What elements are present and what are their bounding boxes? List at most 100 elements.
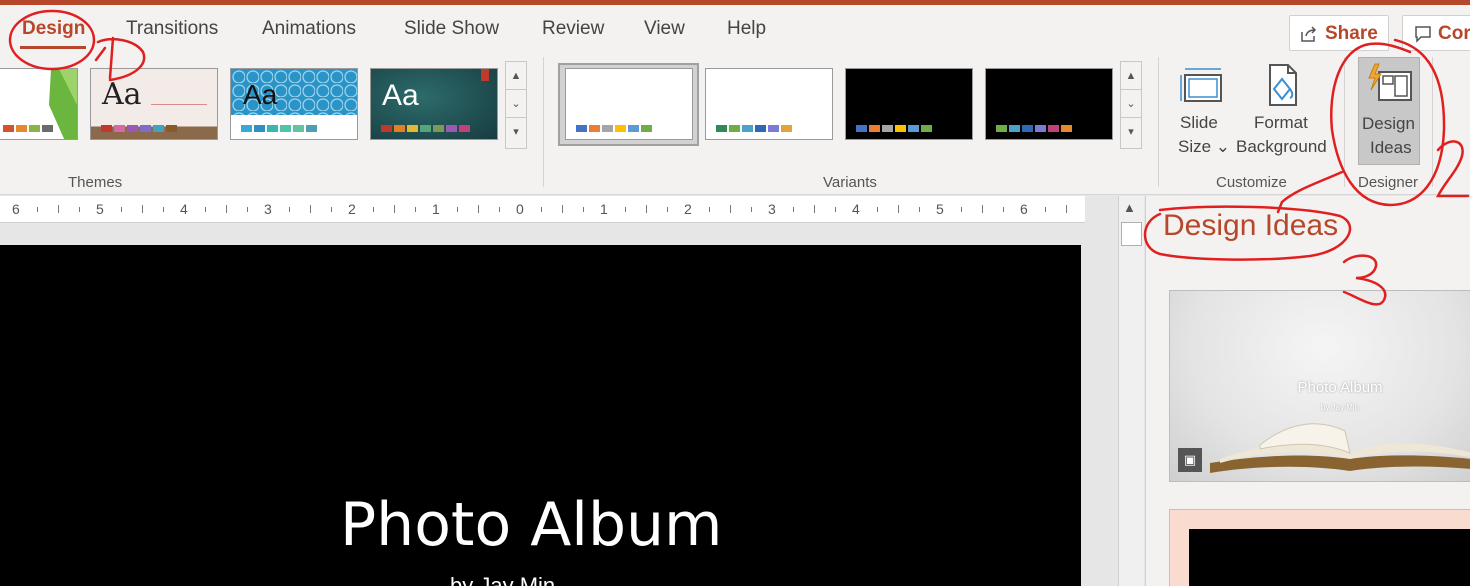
ruler-tick: [898, 205, 899, 213]
ruler-tick: [1003, 207, 1004, 212]
open-book-image: [1210, 423, 1470, 473]
share-icon: [1301, 26, 1317, 42]
ruler-tick: [331, 207, 332, 212]
design-idea-2[interactable]: [1169, 509, 1470, 586]
variants-more-icon[interactable]: ▾: [1121, 118, 1141, 146]
ruler-label: 1: [432, 201, 440, 217]
ruler-label: 6: [12, 201, 20, 217]
ruler-label: 1: [600, 201, 608, 217]
ribbon: Aa Aa Aa ▲ ⌄ ▾ Themes ▲ ⌄ ▾ Variants Sli…: [0, 55, 1470, 195]
theme-2-swatches: [101, 125, 177, 132]
idea-1-title: Photo Album: [1297, 379, 1383, 396]
scroll-up-icon[interactable]: ▲: [1123, 200, 1136, 215]
ruler-tick: [142, 205, 143, 213]
slide-subtitle[interactable]: by Jay Min: [450, 573, 555, 586]
ruler-tick: [37, 207, 38, 212]
ruler-label: 4: [180, 201, 188, 217]
ruler-tick: [1045, 207, 1046, 212]
tab-transitions[interactable]: Transitions: [126, 18, 218, 40]
theme-4-swatches: [381, 125, 470, 132]
variant-thumbnail-4[interactable]: [985, 68, 1113, 140]
idea-1-subtitle: by Jay Min: [1320, 403, 1360, 412]
design-ideas-label-1: Design: [1362, 114, 1415, 133]
tab-design[interactable]: Design: [22, 18, 85, 40]
slide-size-label-2: Size ⌄: [1178, 137, 1231, 156]
ruler-tick: [667, 207, 668, 212]
ruler-tick: [247, 207, 248, 212]
ruler-label: 4: [852, 201, 860, 217]
theme-thumbnail-4[interactable]: Aa: [370, 68, 498, 140]
variant-4-swatches: [996, 125, 1072, 132]
ruler-tick: [478, 205, 479, 213]
ruler-label: 0: [516, 201, 524, 217]
theme-4-ribbon: [481, 69, 489, 81]
theme-3-aa: Aa: [243, 79, 278, 110]
ruler-tick: [835, 207, 836, 212]
ruler-label: 3: [768, 201, 776, 217]
ruler-label: 5: [936, 201, 944, 217]
design-ideas-pane: Design Ideas Photo Album by Jay Min ▣: [1145, 196, 1470, 586]
ruler-tick: [814, 205, 815, 213]
design-ideas-icon: [1368, 63, 1412, 101]
tab-slide-show[interactable]: Slide Show: [404, 18, 499, 40]
ruler-tick: [457, 207, 458, 212]
themes-more-icon[interactable]: ▾: [506, 118, 526, 146]
separator: [1432, 57, 1433, 187]
separator: [543, 57, 544, 187]
comment-icon: [1415, 26, 1431, 43]
ruler-tick: [919, 207, 920, 212]
slide[interactable]: Photo Album by Jay Min: [0, 245, 1081, 586]
tab-view[interactable]: View: [644, 18, 685, 40]
ruler-tick: [793, 207, 794, 212]
ruler-tick: [121, 207, 122, 212]
ruler-label: 5: [96, 201, 104, 217]
design-ideas-button[interactable]: Design Ideas: [1358, 57, 1420, 165]
format-background-button[interactable]: Format Background: [1236, 59, 1332, 169]
idea-2-slide-preview: [1189, 529, 1470, 586]
share-button[interactable]: Share: [1289, 15, 1389, 51]
variants-scroll-up-icon[interactable]: ▲: [1121, 62, 1141, 90]
design-idea-1[interactable]: Photo Album by Jay Min ▣: [1169, 290, 1470, 482]
tab-help[interactable]: Help: [727, 18, 766, 40]
ruler-label: 2: [348, 201, 356, 217]
ruler-tick: [709, 207, 710, 212]
slide-title[interactable]: Photo Album: [340, 490, 723, 560]
slide-size-button[interactable]: Slide Size ⌄: [1172, 59, 1234, 169]
variants-gallery-scroll: ▲ ⌄ ▾: [1120, 61, 1142, 149]
ruler-label: 6: [1020, 201, 1028, 217]
theme-thumbnail-1[interactable]: [0, 68, 78, 140]
theme-3-swatches: [241, 125, 317, 132]
vertical-scrollbar[interactable]: ▲: [1118, 196, 1144, 586]
themes-group-label: Themes: [68, 174, 123, 191]
ruler-label: 2: [684, 201, 692, 217]
ruler-tick: [373, 207, 374, 212]
variant-thumbnail-3[interactable]: [845, 68, 973, 140]
ruler-tick: [982, 205, 983, 213]
scrollbar-thumb[interactable]: [1121, 222, 1142, 246]
ruler-tick: [730, 205, 731, 213]
theme-thumbnail-2[interactable]: Aa: [90, 68, 218, 140]
variants-scroll-down-icon[interactable]: ⌄: [1121, 90, 1141, 118]
ruler-tick: [415, 207, 416, 212]
ruler-tick: [562, 205, 563, 213]
ruler-tick: [310, 205, 311, 213]
video-icon: ▣: [1178, 448, 1202, 472]
variant-2-swatches: [716, 125, 792, 132]
themes-scroll-down-icon[interactable]: ⌄: [506, 90, 526, 118]
variant-thumbnail-1[interactable]: [565, 68, 693, 140]
themes-scroll-up-icon[interactable]: ▲: [506, 62, 526, 90]
ruler-tick: [163, 207, 164, 212]
ruler-tick: [289, 207, 290, 212]
format-background-label-2: Background: [1236, 137, 1327, 156]
theme-2-aa: Aa: [102, 77, 142, 112]
variant-thumbnail-2[interactable]: [705, 68, 833, 140]
tab-animations[interactable]: Animations: [262, 18, 356, 40]
pane-title: Design Ideas: [1163, 209, 1339, 242]
tab-review[interactable]: Review: [542, 18, 604, 40]
comments-button[interactable]: Cor: [1402, 15, 1470, 51]
ruler-tick: [79, 207, 80, 212]
powerpoint-window: Design Transitions Animations Slide Show…: [0, 0, 1470, 586]
theme-thumbnail-3[interactable]: Aa: [230, 68, 358, 140]
ruler-tick: [625, 207, 626, 212]
themes-gallery-scroll: ▲ ⌄ ▾: [505, 61, 527, 149]
